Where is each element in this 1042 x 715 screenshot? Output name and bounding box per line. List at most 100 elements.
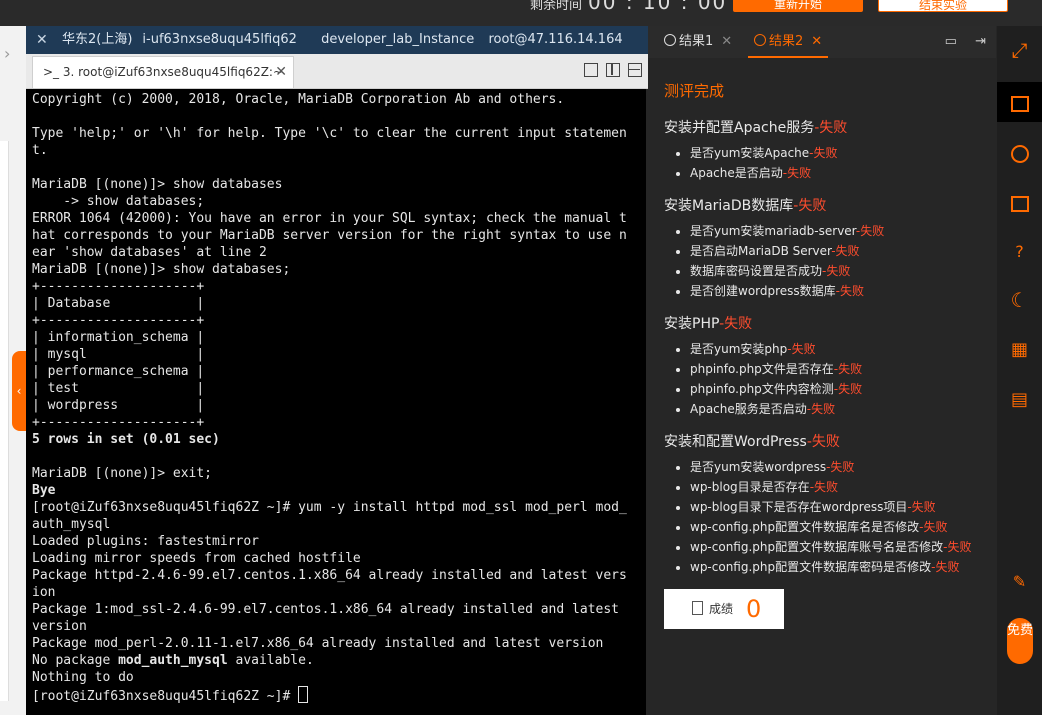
check-section: 安装MariaDB数据库-失败是否yum安装mariadb-server-失败是… xyxy=(664,195,980,301)
terminal-tab-bar: >_ 3. root@iZuf63nxse8uqu45lfiq62Z:~ ✕ xyxy=(26,54,648,89)
terminal-icon[interactable] xyxy=(997,82,1042,122)
moon-icon[interactable]: ☾ xyxy=(997,280,1042,320)
terminal-tab-label: 3. root@iZuf63nxse8uqu45lfiq62Z:~ xyxy=(62,65,284,79)
edit-icon[interactable]: ✎ xyxy=(997,562,1042,602)
terminal-line: ion xyxy=(32,585,56,600)
terminal-tab[interactable]: >_ 3. root@iZuf63nxse8uqu45lfiq62Z:~ ✕ xyxy=(32,56,294,88)
terminal-line: MariaDB [(none)]> show databases xyxy=(32,177,283,192)
terminal-line: auth_mysql xyxy=(32,517,111,532)
check-item: 是否yum安装Apache-失败 xyxy=(690,143,980,163)
cursor xyxy=(298,686,309,703)
printer-icon[interactable]: ▤ xyxy=(997,380,1042,420)
check-item: Apache服务是否启动-失败 xyxy=(690,399,980,419)
tab-result-1[interactable]: 结果1 ✕ xyxy=(658,26,738,58)
check-item: wp-blog目录下是否存在wordpress项目-失败 xyxy=(690,497,980,517)
terminal-line: Nothing to do xyxy=(32,670,134,685)
free-badge[interactable]: 免费 xyxy=(1007,618,1033,664)
terminal-line: No package xyxy=(32,653,119,668)
collapse-handle[interactable]: ‹ xyxy=(12,351,26,431)
check-circle-icon xyxy=(664,34,676,46)
terminal-line: 5 rows in set (0.01 sec) xyxy=(32,432,220,447)
terminal-line: ERROR 1064 (42000): You have an error in… xyxy=(32,211,627,226)
check-section: 安装和配置WordPress-失败是否yum安装wordpress-失败wp-b… xyxy=(664,431,980,577)
close-tab-icon[interactable]: ✕ xyxy=(275,57,287,87)
section-title: 安装并配置Apache服务-失败 xyxy=(664,120,848,136)
split-vertical-icon[interactable] xyxy=(605,63,620,77)
right-sidebar: ⤢ ? ☾ ▦ ▤ ✎ 免费 xyxy=(997,26,1042,715)
results-panel: 结果1✕ 结果2✕ ▭ ⇥ 测评完成 安装并配置Apache服务-失败是否yum… xyxy=(648,26,996,715)
check-item: wp-config.php配置文件数据库密码是否修改-失败 xyxy=(690,557,980,577)
check-item: phpinfo.php文件是否存在-失败 xyxy=(690,359,980,379)
terminal-line: | performance_schema | xyxy=(32,364,205,379)
browser-icon[interactable] xyxy=(997,132,1042,172)
new-tab-icon[interactable] xyxy=(583,63,598,77)
split-horizontal-icon[interactable] xyxy=(628,63,642,77)
terminal-line: Package httpd-2.4.6-99.el7.centos.1.x86_… xyxy=(32,568,627,583)
end-lab-button[interactable]: 结束实验 xyxy=(878,0,1008,12)
terminal-header: ✕ 华东2(上海) i-uf63nxse8uqu45lfiq62 develope… xyxy=(26,26,648,54)
terminal-line: Bye xyxy=(32,483,56,498)
minimize-icon[interactable]: ▭ xyxy=(945,34,957,49)
terminal-icon: >_ xyxy=(43,65,63,79)
check-section: 安装PHP-失败是否yum安装php-失败phpinfo.php文件是否存在-失… xyxy=(664,313,980,419)
terminal-line: Loaded plugins: fastestmirror xyxy=(32,534,259,549)
archive-icon[interactable] xyxy=(997,182,1042,222)
terminal-line: Package 1:mod_ssl-2.4.6-99.el7.centos.1.… xyxy=(32,602,619,617)
section-title: 安装和配置WordPress-失败 xyxy=(664,434,840,450)
terminal-line: hat corresponds to your MariaDB server v… xyxy=(32,228,627,243)
terminal-line: Loading mirror speeds from cached hostfi… xyxy=(32,551,361,566)
check-item: Apache是否启动-失败 xyxy=(690,163,980,183)
help-icon[interactable]: ? xyxy=(997,232,1042,272)
check-item: phpinfo.php文件内容检测-失败 xyxy=(690,379,980,399)
check-item: 数据库密码设置是否成功-失败 xyxy=(690,261,980,281)
terminal-line: | test | xyxy=(32,381,205,396)
check-item: 是否创建wordpress数据库-失败 xyxy=(690,281,980,301)
check-item: 是否yum安装php-失败 xyxy=(690,339,980,359)
tab-result-2[interactable]: 结果2 ✕ xyxy=(748,26,829,58)
qrcode-icon[interactable]: ▦ xyxy=(997,330,1042,370)
terminal-line: MariaDB [(none)]> exit; xyxy=(32,466,213,481)
login-address: root@47.116.14.164 xyxy=(488,32,623,47)
region-label: 华东2(上海) i-uf63nxse8uqu45lfiq62 xyxy=(62,32,297,47)
terminal-line: MariaDB [(none)]> show databases; xyxy=(32,262,291,277)
terminal-line: Copyright (c) 2000, 2018, Oracle, MariaD… xyxy=(32,92,565,107)
section-title: 安装PHP-失败 xyxy=(664,316,753,332)
expand-icon[interactable]: ⤢ xyxy=(997,30,1042,70)
score-box: 成绩 0 xyxy=(664,589,784,629)
close-icon[interactable]: ✕ xyxy=(811,34,822,49)
instance-name: developer_lab_Instance xyxy=(321,32,475,47)
section-title: 安装MariaDB数据库-失败 xyxy=(664,198,827,214)
terminal-line: Package mod_perl-2.0.11-1.el7.x86_64 alr… xyxy=(32,636,604,651)
fullscreen-exit-icon[interactable]: ✕ xyxy=(36,26,48,54)
terminal-output[interactable]: Copyright (c) 2000, 2018, Oracle, MariaD… xyxy=(26,89,646,715)
check-section: 安装并配置Apache服务-失败是否yum安装Apache-失败Apache是否… xyxy=(664,117,980,183)
terminal-line: [root@iZuf63nxse8uqu45lfiq62Z ~]# yum -y… xyxy=(32,500,627,515)
results-tab-bar: 结果1 ✕ 结果2 ✕ ▭ ⇥ xyxy=(648,26,996,58)
terminal-line: Type 'help;' or '\h' for help. Type '\c'… xyxy=(32,126,627,141)
check-item: wp-blog目录是否存在-失败 xyxy=(690,477,980,497)
terminal-line: +--------------------+ xyxy=(32,313,205,328)
terminal-line: | Database | xyxy=(32,296,205,311)
chevron-right-icon[interactable]: › xyxy=(4,44,10,63)
timer: 剩余时间 00 : 10 : 00 xyxy=(530,0,728,14)
layout-buttons xyxy=(581,62,642,81)
evaluation-title: 测评完成 xyxy=(664,82,725,100)
check-item: 是否yum安装wordpress-失败 xyxy=(690,457,980,477)
terminal-line: | wordpress | xyxy=(32,398,205,413)
terminal-line: [root@iZuf63nxse8uqu45lfiq62Z ~]# xyxy=(32,689,299,704)
chevron-left-icon: ‹ xyxy=(16,384,22,398)
terminal-line: t. xyxy=(32,143,48,158)
terminal-line: | information_schema | xyxy=(32,330,205,345)
restart-button[interactable]: 重新开始 xyxy=(733,0,863,12)
check-circle-icon xyxy=(754,34,766,46)
close-icon[interactable]: ✕ xyxy=(721,34,732,49)
left-panel-strip xyxy=(0,141,9,701)
collapse-right-icon[interactable]: ⇥ xyxy=(975,34,986,49)
top-strip: 剩余时间 00 : 10 : 00 重新开始 结束实验 xyxy=(0,0,1042,26)
terminal-line: | mysql | xyxy=(32,347,205,362)
terminal-text: Copyright (c) 2000, 2018, Oracle, MariaD… xyxy=(26,89,646,707)
check-item: wp-config.php配置文件数据库账号名是否修改-失败 xyxy=(690,537,980,557)
terminal-line: ear 'show databases' at line 2 xyxy=(32,245,267,260)
check-item: 是否启动MariaDB Server-失败 xyxy=(690,241,980,261)
terminal-line: +--------------------+ xyxy=(32,279,205,294)
